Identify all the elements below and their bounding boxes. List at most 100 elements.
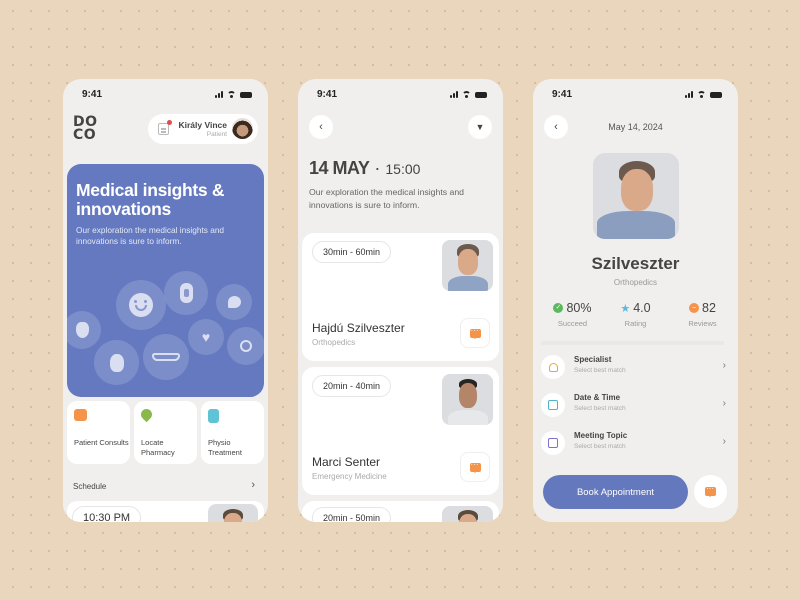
option-subtitle: Select best match [574, 443, 626, 450]
battery-icon [475, 91, 487, 98]
doctor-photo [442, 506, 493, 522]
tile-patient-consults[interactable]: Patient Consults [67, 401, 130, 464]
tile-locate-pharmacy[interactable]: Locate Pharmacy [134, 401, 197, 464]
hero-title: Medical insights & innovations [76, 180, 225, 219]
stat-succeed: ✓ 80% Succeed [540, 301, 605, 328]
hero-banner[interactable]: Medical insights & innovations Our explo… [67, 164, 264, 397]
status-bar: 9:41 [298, 87, 503, 103]
doctor-photo [442, 240, 493, 291]
status-time: 9:41 [317, 89, 338, 100]
wifi-icon [462, 91, 471, 98]
bandage-icon [164, 271, 208, 315]
option-meeting-topic[interactable]: Meeting Topic Select best match › [541, 428, 728, 458]
option-title: Meeting Topic [574, 431, 628, 440]
signal-icon [685, 91, 693, 98]
signal-icon [450, 91, 458, 98]
appointments-screen: 9:41 ‹ ▼ 14 MAY · 15:00 Our exploration … [298, 79, 503, 522]
battery-icon [710, 91, 722, 98]
lollipop-icon [227, 327, 264, 365]
tile-label: Locate Pharmacy [141, 438, 175, 457]
user-role: Patient [206, 131, 227, 138]
glasses-icon [143, 334, 189, 380]
schedule-time: 10:30 PM [72, 506, 142, 522]
doctor-specialty: Emergency Medicine [312, 472, 387, 481]
home-screen: 9:41 DO CO Király Vince Patient Medical i… [63, 79, 268, 522]
wifi-icon [697, 91, 706, 98]
tile-label: Physio Treatment [208, 438, 242, 457]
doctor-card[interactable]: 30min - 60min Hajdú Szilveszter Orthoped… [302, 233, 499, 361]
book-appointment-button[interactable]: Book Appointment [543, 475, 688, 509]
wifi-icon [227, 91, 236, 98]
doctor-profile-screen: 9:41 ‹ May 14, 2024 Szilveszter Orthoped… [533, 79, 738, 522]
heart-icon: ♥ [188, 319, 224, 355]
location-plus-icon [138, 406, 155, 423]
option-title: Specialist [574, 355, 612, 364]
option-subtitle: Select best match [574, 367, 626, 374]
chevron-right-icon[interactable]: › [251, 479, 255, 491]
calendar-icon [541, 393, 565, 417]
doctor-photo [442, 374, 493, 425]
signal-icon [215, 91, 223, 98]
doctor-card[interactable]: 20min - 50min [302, 501, 499, 522]
chat-icon [74, 409, 87, 421]
chat-icon [705, 484, 716, 497]
option-title: Date & Time [574, 393, 621, 402]
hero-subtitle: Our exploration the medical insights and… [76, 225, 225, 246]
chat-button[interactable] [694, 475, 727, 508]
user-name: Király Vince [178, 120, 227, 130]
user-profile-button[interactable]: Király Vince Patient [148, 114, 258, 144]
doctor-photo [208, 504, 258, 522]
chat-icon [469, 460, 481, 473]
doctor-name: Szilveszter [591, 254, 680, 273]
user-icon [541, 355, 565, 379]
star-icon: ★ [620, 302, 631, 315]
status-bar: 9:41 [63, 87, 268, 103]
filter-button[interactable]: ▼ [468, 115, 492, 139]
chevron-left-icon: ‹ [319, 121, 323, 133]
tile-physio-treatment[interactable]: Physio Treatment [201, 401, 264, 464]
chat-button[interactable] [460, 318, 490, 348]
app-logo: DO CO [73, 114, 98, 143]
duration-badge: 30min - 60min [312, 241, 392, 263]
doctor-photo [593, 153, 679, 239]
schedule-heading: Schedule [73, 482, 107, 491]
option-date-time[interactable]: Date & Time Select best match › [541, 390, 728, 420]
duration-badge: 20min - 50min [312, 507, 392, 522]
doctor-name: Marci Senter [312, 455, 381, 469]
status-time: 9:41 [82, 89, 103, 100]
avatar[interactable] [232, 118, 253, 139]
doctor-name: Hajdú Szilveszter [312, 321, 405, 335]
doctor-card[interactable]: 20min - 40min Marci Senter Emergency Med… [302, 367, 499, 495]
quick-actions: Patient Consults Locate Pharmacy Physio … [67, 401, 264, 464]
battery-icon [240, 91, 252, 98]
check-circle-icon: ✓ [553, 303, 564, 313]
status-bar: 9:41 [533, 87, 738, 103]
schedule-card[interactable]: 10:30 PM [67, 501, 264, 522]
nose-icon [94, 340, 139, 385]
divider [541, 341, 724, 345]
reviews-icon: – [689, 303, 700, 313]
chat-button[interactable] [460, 452, 490, 482]
chat-icon [469, 326, 481, 339]
stat-reviews: –82 Reviews [688, 301, 717, 328]
header-date: May 14, 2024 [608, 122, 663, 132]
topic-icon [541, 431, 565, 455]
clipboard-icon [208, 409, 219, 423]
back-button[interactable]: ‹ [309, 115, 333, 139]
stat-rating: ★ 4.0 Rating [620, 301, 651, 328]
option-specialist[interactable]: Specialist Select best match › [541, 352, 728, 382]
chat-bubble-icon [216, 284, 252, 320]
chevron-right-icon: › [722, 436, 726, 447]
doctor-specialty: Orthopedics [613, 278, 658, 287]
chevron-right-icon: › [722, 360, 726, 371]
appointments-description: Our exploration the medical insights and… [309, 187, 465, 210]
option-subtitle: Select best match [574, 405, 626, 412]
status-time: 9:41 [552, 89, 573, 100]
mask-icon [67, 311, 101, 349]
smile-icon [116, 280, 166, 330]
doctor-specialty: Orthopedics [312, 338, 356, 347]
notification-document-icon[interactable] [158, 120, 172, 135]
appointment-date: 14 MAY · 15:00 [309, 158, 421, 178]
chevron-right-icon: › [722, 398, 726, 409]
filter-icon: ▼ [475, 122, 485, 132]
